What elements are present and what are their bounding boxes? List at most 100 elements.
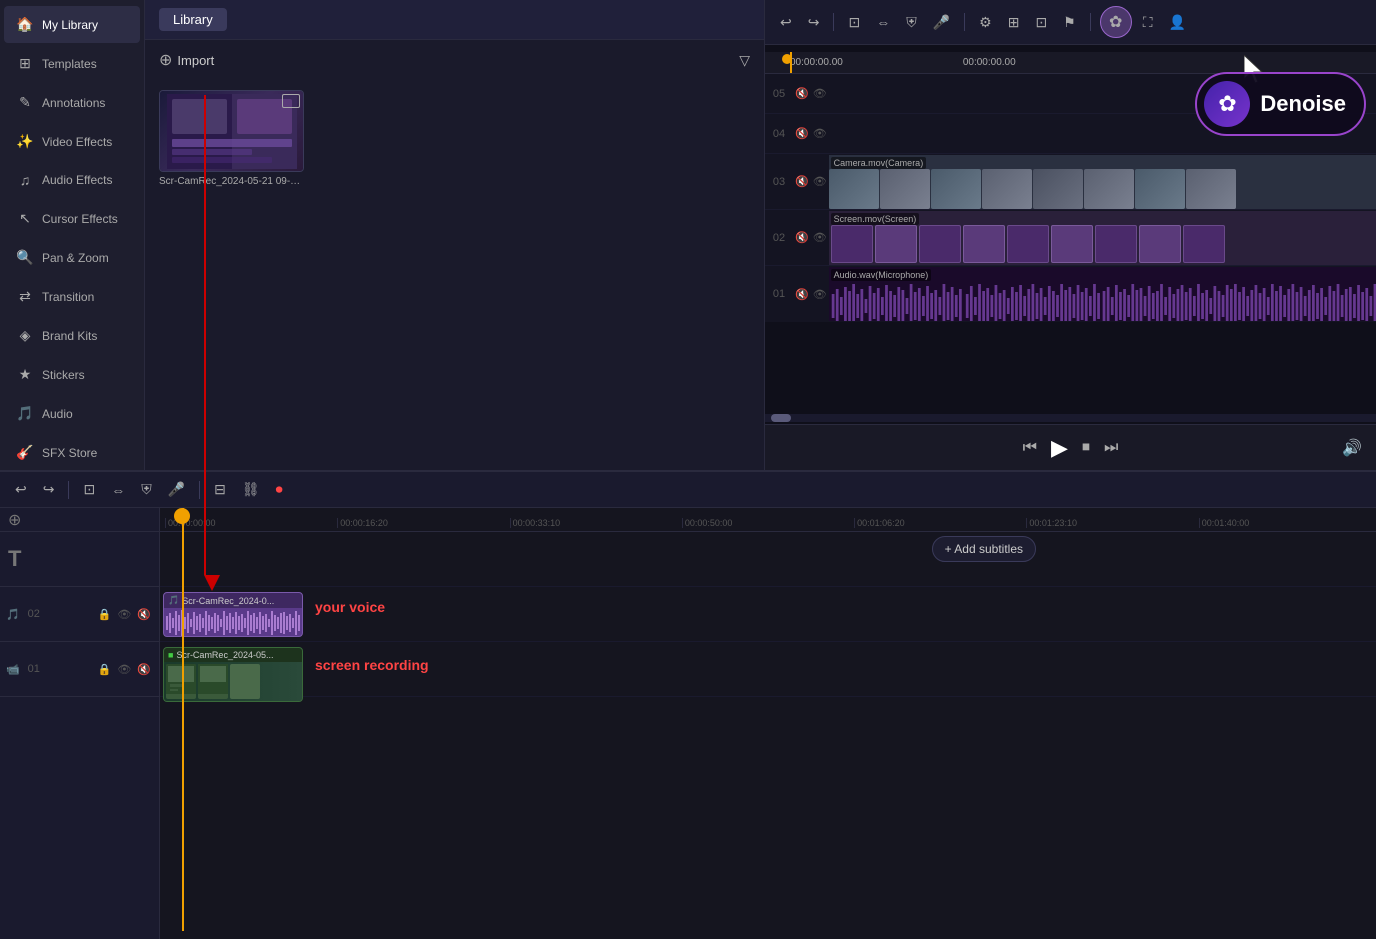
ruler-mark-3: 00:00:50:00 <box>682 518 854 528</box>
denoise-button[interactable]: ✿ <box>1100 6 1132 38</box>
scf-2 <box>198 664 228 699</box>
sidebar-item-pan-zoom[interactable]: 🔍 Pan & Zoom <box>4 239 140 276</box>
flag-button[interactable]: ⚑ <box>1058 11 1081 34</box>
sidebar-item-label: Video Effects <box>42 135 112 149</box>
track-eye-01[interactable]: 👁 <box>811 286 829 303</box>
media-thumbnail[interactable]: Scr-CamRec_2024-05-21 09-28... <box>159 90 304 187</box>
trim-button[interactable]: ⇔ <box>871 11 895 33</box>
tl-track-controls-02: 🔒 👁 🔇 <box>96 607 153 622</box>
track-mute-04[interactable]: 🔇 <box>793 125 811 142</box>
sidebar-item-cursor-effects[interactable]: ↖ Cursor Effects <box>4 200 140 237</box>
timeline-snap-button[interactable]: ⊟ <box>209 478 231 501</box>
track-eye-05[interactable]: 👁 <box>811 85 829 102</box>
annotation-your-voice: your voice <box>315 599 385 615</box>
track-mute-03[interactable]: 🔇 <box>793 173 811 190</box>
tl-eye-02[interactable]: 👁 <box>115 607 133 622</box>
timeline-undo-button[interactable]: ↩ <box>10 478 32 501</box>
import-label: Import <box>177 53 214 68</box>
settings-button[interactable]: ⚙ <box>974 11 997 34</box>
sidebar-item-templates[interactable]: ⊞ Templates <box>4 45 140 82</box>
sf-4 <box>963 225 1005 263</box>
library-panel: Library ⊕ Import ▽ <box>145 0 765 470</box>
track-mute-01[interactable]: 🔇 <box>793 286 811 303</box>
sidebar-item-transition[interactable]: ⇄ Transition <box>4 278 140 315</box>
media-item-name: Scr-CamRec_2024-05-21 09-28... <box>159 176 304 187</box>
sidebar-item-audio[interactable]: 🎵 Audio <box>4 395 140 432</box>
sidebar-item-label: My Library <box>42 18 98 32</box>
library-tab[interactable]: Library <box>159 8 227 31</box>
grid-button[interactable]: ⊞ <box>1003 11 1025 34</box>
crop-button[interactable]: ⊡ <box>843 11 865 34</box>
sidebar-item-label: SFX Store <box>42 446 97 460</box>
video-effects-icon: ✨ <box>16 133 34 150</box>
add-subtitles-label: + Add subtitles <box>945 542 1023 556</box>
track-eye-04[interactable]: 👁 <box>811 125 829 142</box>
timeline-shield-button[interactable]: ⛨ <box>136 478 157 501</box>
stop-button[interactable]: ⏹ <box>1082 439 1090 457</box>
track-mute-02[interactable]: 🔇 <box>793 229 811 246</box>
ruler-marks: 00:00:00:00 00:00:16:20 00:00:33:10 00:0… <box>160 518 1376 528</box>
track-eye-03[interactable]: 👁 <box>811 173 829 190</box>
zoom-button[interactable]: ⛶ <box>1138 11 1158 34</box>
ruler-mark-6: 00:01:40:00 <box>1199 518 1371 528</box>
tl-lock-02[interactable]: 🔒 <box>96 607 114 622</box>
sidebar-item-annotations[interactable]: ✎ Annotations <box>4 84 140 121</box>
sidebar-item-my-library[interactable]: 🏠 My Library <box>4 6 140 43</box>
sf-2 <box>875 225 917 263</box>
camera-frame-8 <box>1186 169 1236 209</box>
mic-button[interactable]: 🎤 <box>928 11 955 34</box>
sf-3 <box>919 225 961 263</box>
screen-frame-mini-2 <box>198 664 228 694</box>
add-track-button[interactable]: ⊕ <box>8 510 21 530</box>
import-button[interactable]: ⊕ Import <box>159 50 214 70</box>
sidebar-item-label: Brand Kits <box>42 329 97 343</box>
timeline-trim-button[interactable]: ⇔ <box>106 479 130 501</box>
timeline-record-button[interactable]: ⏺ <box>271 478 288 501</box>
undo-button[interactable]: ↩ <box>775 11 797 34</box>
ruler-mark-0: 00:00:00:00 <box>165 518 337 528</box>
shield-button[interactable]: ⛨ <box>901 11 922 34</box>
screen-timeline-clip[interactable]: ■ Scr-CamRec_2024-05... <box>163 647 303 702</box>
preview-scroll-thumb[interactable] <box>771 414 791 422</box>
camera-track-content: Camera.mov(Camera) <box>829 155 1376 209</box>
sidebar-item-audio-effects[interactable]: ♫ Audio Effects <box>4 162 140 198</box>
add-subtitles-button[interactable]: + Add subtitles <box>932 536 1036 562</box>
timeline-link-button[interactable]: ⛓ <box>237 478 265 501</box>
play-button[interactable]: ▶ <box>1051 435 1068 461</box>
redo-button[interactable]: ↪ <box>803 11 825 34</box>
brand-kits-icon: ◈ <box>16 327 34 344</box>
volume-button[interactable]: 🔊 <box>1342 438 1362 458</box>
tl-mute-01[interactable]: 🔇 <box>135 662 153 677</box>
timeline-playhead <box>182 508 184 931</box>
sidebar-item-stickers[interactable]: ★ Stickers <box>4 356 140 393</box>
filter-icon[interactable]: ▽ <box>739 52 750 69</box>
tl-track-controls-01: 🔒 👁 🔇 <box>96 662 153 677</box>
track-mute-05[interactable]: 🔇 <box>793 85 811 102</box>
track-eye-02[interactable]: 👁 <box>811 229 829 246</box>
tl-track-num-01: 01 <box>24 663 44 675</box>
audio-clip-header: 🎵 Scr-CamRec_2024-0... <box>164 593 302 608</box>
sidebar-item-video-effects[interactable]: ✨ Video Effects <box>4 123 140 160</box>
tl-lock-01[interactable]: 🔒 <box>96 662 114 677</box>
preview-scroll[interactable] <box>765 414 1376 422</box>
ruler-mark-5: 00:01:23:10 <box>1026 518 1198 528</box>
camera-frame-7 <box>1135 169 1185 209</box>
timeline-crop-button[interactable]: ⊡ <box>78 478 100 501</box>
person-button[interactable]: 👤 <box>1164 11 1191 34</box>
skip-back-button[interactable]: ⏮ <box>1023 439 1037 457</box>
toolbar-separator-3 <box>1090 13 1091 31</box>
tl-eye-01[interactable]: 👁 <box>115 662 133 677</box>
captions-button[interactable]: ⊡ <box>1030 11 1052 34</box>
tl-mute-02[interactable]: 🔇 <box>135 607 153 622</box>
sidebar-item-sfx-store[interactable]: 🎸 SFX Store <box>4 434 140 471</box>
timeline-mic-button[interactable]: 🎤 <box>163 478 190 501</box>
skip-forward-button[interactable]: ⏭ <box>1104 439 1118 457</box>
sidebar-item-label: Stickers <box>42 368 85 382</box>
tl-audio-icon: 🎵 <box>6 608 20 621</box>
stickers-icon: ★ <box>16 366 34 383</box>
sidebar-item-brand-kits[interactable]: ◈ Brand Kits <box>4 317 140 354</box>
preview-time-left: 00:00:00.00 <box>790 57 843 68</box>
audio-timeline-clip[interactable]: 🎵 Scr-CamRec_2024-0... <box>163 592 303 637</box>
timeline-redo-button[interactable]: ↪ <box>38 478 60 501</box>
ruler-mark-2: 00:00:33:10 <box>510 518 682 528</box>
